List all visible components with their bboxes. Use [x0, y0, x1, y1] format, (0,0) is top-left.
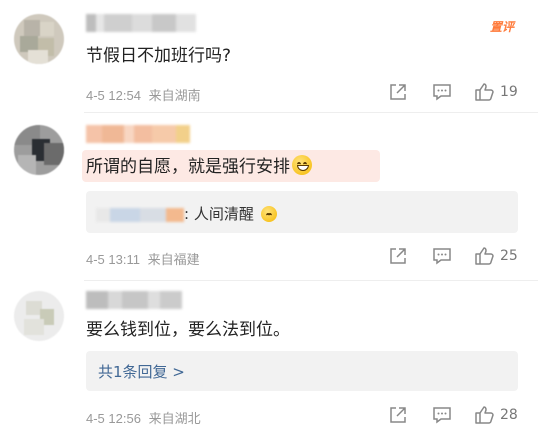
comment-icon [433, 84, 451, 101]
comment-meta: 4-5 12:54 来自湖南 [86, 85, 201, 104]
avatar[interactable] [14, 291, 64, 341]
username-blurred[interactable] [86, 125, 206, 143]
comment-text: 节假日不加班行吗? [86, 46, 232, 66]
share-icon [390, 407, 406, 423]
share-button[interactable] [388, 246, 408, 266]
comment-actions: 28 [388, 405, 518, 425]
share-icon [390, 248, 406, 264]
username-blurred[interactable] [86, 14, 196, 32]
comment-text: 要么钱到位，要么法到位。 [86, 320, 290, 340]
comment-meta: 4-5 12:56 来自湖北 [86, 408, 201, 427]
comment-location: 来自湖北 [148, 411, 201, 426]
share-icon [390, 84, 406, 100]
thumbs-up-icon [475, 247, 494, 265]
like-button[interactable]: 28 [474, 405, 518, 425]
like-button[interactable]: 25 [474, 246, 518, 266]
thumbs-up-icon [475, 406, 494, 424]
comment-item: 所谓的自愿，就是强行安排 : 人间清醒 4-5 13:11 来自福建 25 [0, 113, 538, 285]
like-button[interactable]: 19 [474, 82, 518, 102]
comment-button[interactable] [432, 405, 452, 425]
avatar[interactable] [14, 125, 64, 175]
comment-meta: 4-5 13:11 来自福建 [86, 249, 200, 268]
comment-icon [433, 248, 451, 265]
comment-button[interactable] [432, 82, 452, 102]
share-button[interactable] [388, 82, 408, 102]
comment-actions: 19 [388, 82, 518, 102]
featured-badge: 置评 [489, 20, 514, 34]
thumbs-up-icon [475, 83, 494, 101]
replies-box: 共1条回复 > [86, 351, 518, 391]
comment-item: 置评 节假日不加班行吗? 4-5 12:54 来自湖南 19 [0, 0, 538, 110]
comment-location: 来自福建 [147, 252, 200, 267]
avatar[interactable] [14, 14, 64, 64]
comment-icon [433, 407, 451, 424]
like-count: 28 [500, 407, 518, 423]
comment-time: 4-5 13:11 [86, 252, 140, 267]
comment-time: 4-5 12:54 [86, 88, 141, 103]
comment-item: 要么钱到位，要么法到位。 共1条回复 > 4-5 12:56 来自湖北 28 [0, 281, 538, 437]
reply-username-blurred[interactable] [96, 207, 184, 222]
comment-actions: 25 [388, 246, 518, 266]
view-replies-link[interactable]: 共1条回复 > [98, 361, 185, 382]
comment-button[interactable] [432, 246, 452, 266]
username-blurred[interactable] [86, 291, 182, 309]
comment-time: 4-5 12:56 [86, 411, 141, 426]
comment-location: 来自湖南 [148, 88, 201, 103]
comment-text: 所谓的自愿，就是强行安排 [86, 155, 312, 178]
reply-text: : 人间清醒 [184, 205, 254, 223]
like-count: 19 [500, 84, 518, 100]
share-button[interactable] [388, 405, 408, 425]
comment-text-content: 所谓的自愿，就是强行安排 [86, 157, 290, 177]
grin-emoji-icon [292, 155, 312, 175]
like-count: 25 [500, 248, 518, 264]
reply-preview[interactable]: : 人间清醒 [86, 191, 518, 233]
laugh-emoji-icon [260, 206, 277, 222]
